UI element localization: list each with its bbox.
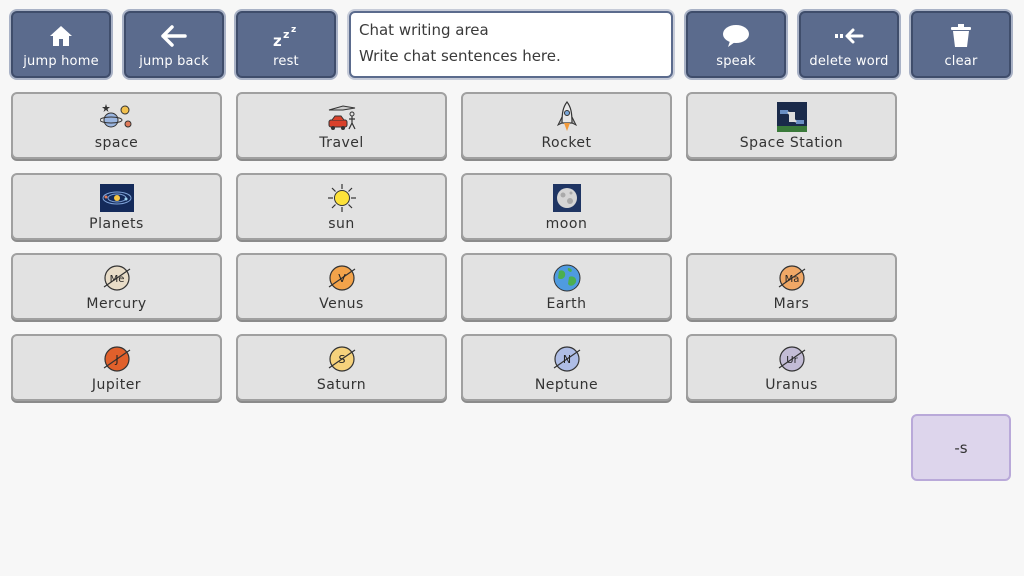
tile-label: sun (328, 215, 355, 232)
trash-icon (950, 21, 972, 51)
planet-abbr: S (338, 353, 345, 366)
jump-home-button[interactable]: jump home (11, 11, 111, 78)
planet-abbr: J (114, 353, 118, 366)
planet-venus-icon: V (326, 262, 358, 294)
tile-saturn[interactable]: S Saturn (236, 334, 447, 401)
jump-back-label: jump back (139, 53, 209, 69)
tile-label: Earth (546, 295, 587, 312)
tile-label: Travel (319, 134, 364, 151)
clear-button[interactable]: clear (911, 11, 1011, 78)
svg-text:z: z (283, 28, 289, 41)
tile-label: Space Station (739, 134, 844, 151)
tile-neptune[interactable]: N Neptune (461, 334, 672, 401)
speak-label: speak (716, 53, 756, 69)
tile-planets[interactable]: Planets (11, 173, 222, 240)
tile-label: Uranus (765, 376, 818, 393)
planet-saturn-icon: S (326, 343, 358, 375)
tile-label: moon (545, 215, 588, 232)
tile-space[interactable]: space (11, 92, 222, 159)
tile-label: Saturn (316, 376, 367, 393)
svg-text:z: z (273, 32, 282, 48)
chat-title: Chat writing area (359, 21, 489, 39)
rest-button[interactable]: z z z rest (236, 11, 336, 78)
speak-button[interactable]: speak (686, 11, 786, 78)
chat-placeholder: Write chat sentences here. (359, 47, 561, 65)
suffix-label: -s (954, 438, 968, 457)
tile-sun[interactable]: sun (236, 173, 447, 240)
delete-word-button[interactable]: delete word (799, 11, 899, 78)
jump-back-button[interactable]: jump back (124, 11, 224, 78)
moon-icon (552, 182, 581, 214)
planet-neptune-icon: N (551, 343, 583, 375)
tile-venus[interactable]: V Venus (236, 253, 447, 320)
tile-earth[interactable]: Earth (461, 253, 672, 320)
home-icon (49, 21, 73, 51)
tile-label: Neptune (534, 376, 599, 393)
rocket-icon (556, 100, 577, 133)
sun-icon (327, 182, 357, 214)
planet-jupiter-icon: J (101, 343, 133, 375)
tile-label: Mars (773, 295, 810, 312)
space-station-icon (776, 101, 807, 133)
tile-label: Mercury (86, 295, 147, 312)
tile-label: Venus (319, 295, 364, 312)
planet-abbr: V (338, 272, 346, 285)
chat-writing-area[interactable]: Chat writing area Write chat sentences h… (349, 11, 673, 78)
planet-abbr: N (562, 353, 570, 366)
solar-system-icon (99, 182, 134, 214)
planet-mercury-icon: Me (101, 262, 133, 294)
planet-uranus-icon: Ur (776, 343, 808, 375)
space-icon (99, 101, 134, 133)
planet-mars-icon: Ma (776, 262, 808, 294)
tile-label: Jupiter (91, 376, 142, 393)
rest-label: rest (273, 53, 299, 69)
tile-rocket[interactable]: Rocket (461, 92, 672, 159)
planet-abbr: Ur (786, 355, 798, 366)
tile-mars[interactable]: Ma Mars (686, 253, 897, 320)
jump-home-label: jump home (23, 53, 99, 69)
planet-abbr: Ma (784, 274, 799, 285)
tile-label: Rocket (541, 134, 592, 151)
delete-word-icon (834, 21, 864, 51)
tile-moon[interactable]: moon (461, 173, 672, 240)
earth-icon (552, 262, 582, 294)
suffix-s-button[interactable]: -s (911, 414, 1011, 481)
clear-label: clear (944, 53, 978, 69)
tile-travel[interactable]: Travel (236, 92, 447, 159)
tile-jupiter[interactable]: J Jupiter (11, 334, 222, 401)
tile-mercury[interactable]: Me Mercury (11, 253, 222, 320)
tile-uranus[interactable]: Ur Uranus (686, 334, 897, 401)
delete-word-label: delete word (809, 53, 889, 69)
tile-label: Planets (89, 215, 144, 232)
planet-abbr: Me (109, 274, 124, 285)
tile-label: space (94, 134, 139, 151)
tile-space-station[interactable]: Space Station (686, 92, 897, 159)
zzz-icon: z z z (272, 21, 300, 51)
arrow-left-icon (161, 21, 187, 51)
travel-icon (325, 101, 359, 133)
speech-bubble-icon (722, 21, 750, 51)
svg-text:z: z (291, 25, 296, 35)
